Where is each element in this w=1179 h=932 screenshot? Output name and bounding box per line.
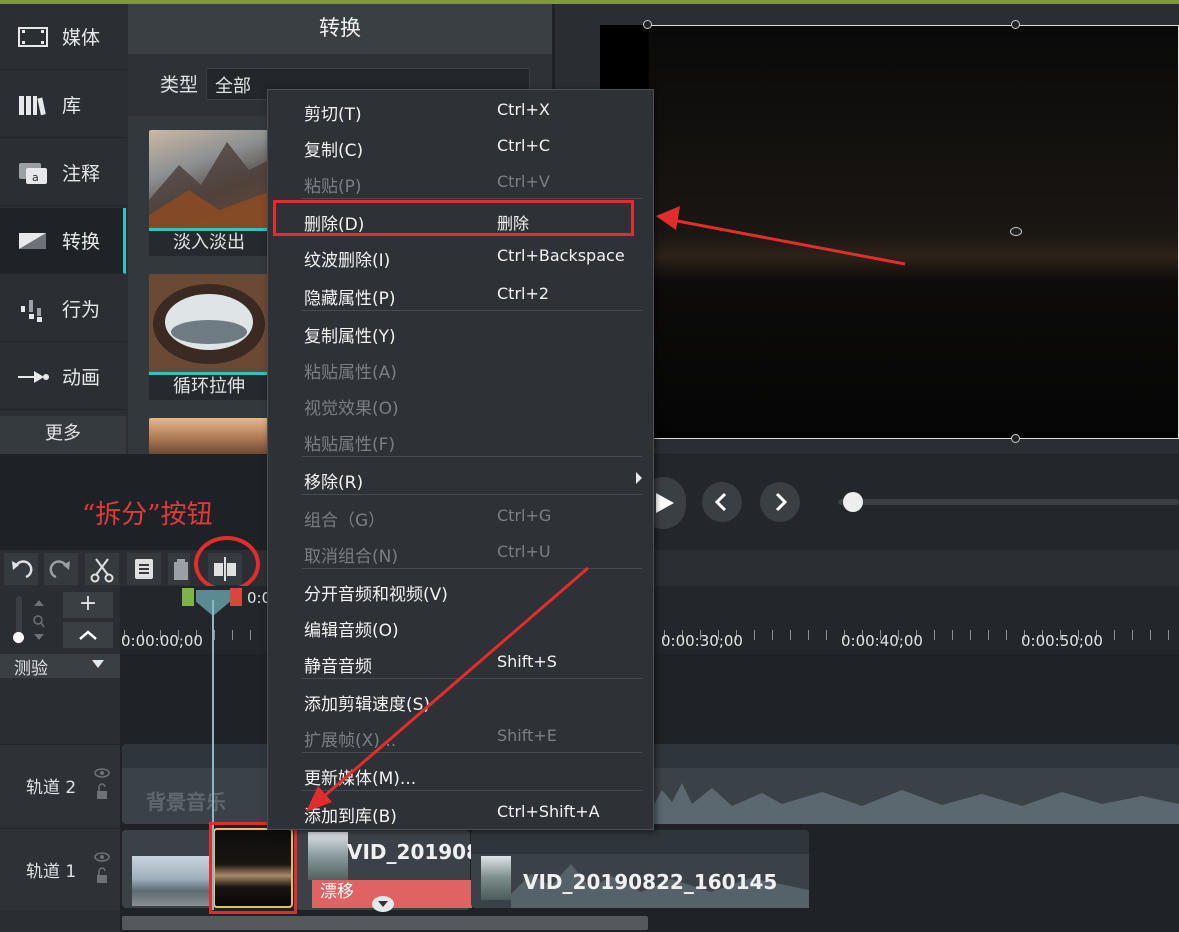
annotation-arrows [306, 206, 906, 812]
